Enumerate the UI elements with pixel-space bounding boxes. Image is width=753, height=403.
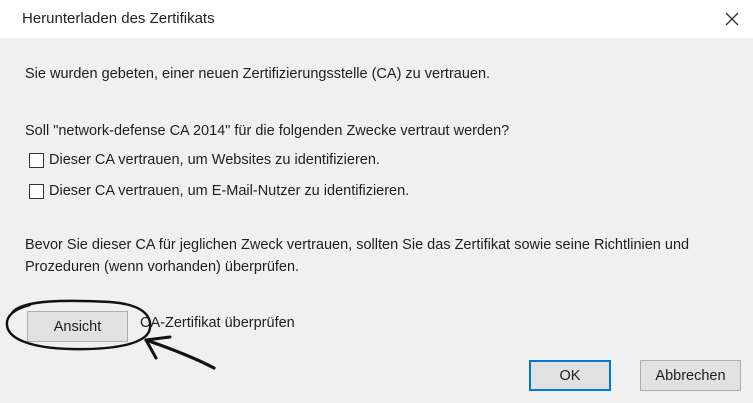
- window-title: Herunterladen des Zertifikats: [22, 10, 215, 27]
- ok-button[interactable]: OK: [529, 360, 611, 391]
- close-button[interactable]: [717, 4, 747, 34]
- cancel-button[interactable]: Abbrechen: [640, 360, 741, 391]
- websites-checkbox[interactable]: [29, 152, 44, 168]
- trust-question: Soll "network-defense CA 2014" für die f…: [25, 123, 510, 139]
- email-checkbox[interactable]: [29, 183, 44, 199]
- websites-checkbox-label[interactable]: Dieser CA vertrauen, um Websites zu iden…: [49, 152, 380, 168]
- view-description: CA-Zertifikat überprüfen: [140, 315, 295, 331]
- certificate-download-dialog: Herunterladen des Zertifikats Sie wurden…: [0, 0, 753, 403]
- checkbox-row-websites[interactable]: Dieser CA vertrauen, um Websites zu iden…: [29, 152, 380, 168]
- checkbox-row-email[interactable]: Dieser CA vertrauen, um E-Mail-Nutzer zu…: [29, 183, 409, 199]
- intro-text: Sie wurden gebeten, einer neuen Zertifiz…: [25, 66, 491, 82]
- title-bar: Herunterladen des Zertifikats: [0, 0, 753, 38]
- close-icon: [725, 12, 739, 26]
- advice-text: Bevor Sie dieser CA für jeglichen Zweck …: [25, 237, 690, 275]
- dialog-body: Sie wurden gebeten, einer neuen Zertifiz…: [0, 38, 753, 403]
- email-checkbox-label[interactable]: Dieser CA vertrauen, um E-Mail-Nutzer zu…: [49, 183, 409, 199]
- view-button[interactable]: Ansicht: [27, 311, 128, 342]
